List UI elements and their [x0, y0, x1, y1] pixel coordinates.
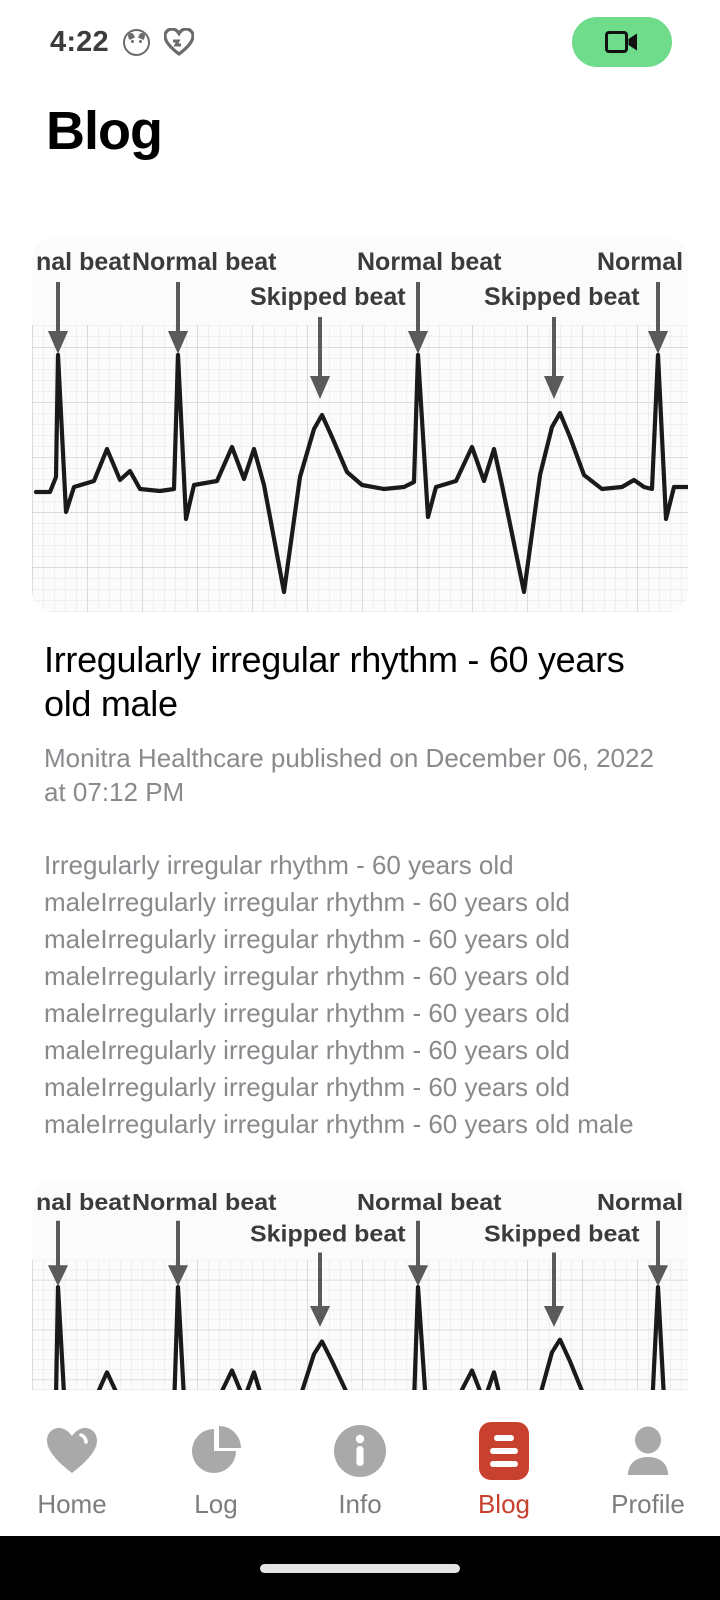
heart-icon: [163, 28, 194, 56]
nav-item-blog[interactable]: Blog: [432, 1422, 576, 1520]
info-circle-icon: [333, 1423, 387, 1479]
blog-post-card[interactable]: nal beat Normal beat Normal beat Normal …: [0, 237, 720, 1143]
nav-item-info[interactable]: Info: [288, 1423, 432, 1520]
post-byline: Monitra Healthcare published on December…: [44, 742, 654, 807]
nav-label-profile: Profile: [611, 1489, 685, 1519]
svg-text:Normal: Normal: [597, 1190, 683, 1216]
svg-text:Skipped beat: Skipped beat: [250, 283, 406, 311]
nav-label-home: Home: [37, 1489, 107, 1519]
person-icon: [622, 1423, 674, 1479]
video-call-button[interactable]: [572, 17, 672, 67]
nav-label-log: Log: [194, 1489, 238, 1519]
post-body: Irregularly irregular rhythm - 60 years …: [44, 850, 634, 1139]
svg-text:Skipped beat: Skipped beat: [250, 1221, 406, 1247]
svg-text:Skipped beat: Skipped beat: [484, 1221, 640, 1247]
cat-face-icon: [122, 28, 150, 56]
status-bar: 4:22: [0, 0, 720, 84]
svg-text:nal beat: nal beat: [36, 1190, 131, 1216]
nav-item-home[interactable]: Home: [0, 1423, 144, 1520]
svg-text:Normal beat: Normal beat: [357, 1190, 502, 1216]
status-bar-left: 4:22: [50, 26, 194, 59]
svg-text:nal beat: nal beat: [36, 248, 131, 276]
page-title: Blog: [46, 101, 163, 161]
nav-label-blog: Blog: [477, 1489, 531, 1519]
post-title[interactable]: Irregularly irregular rhythm - 60 years …: [44, 638, 676, 726]
nav-item-profile[interactable]: Profile: [576, 1423, 720, 1520]
blog-post-card[interactable]: nal beat Normal beat Normal beat Normal …: [0, 1179, 720, 1390]
home-indicator-area: [0, 1536, 720, 1600]
pie-chart-icon: [190, 1423, 242, 1479]
svg-text:Normal beat: Normal beat: [357, 248, 502, 276]
blog-feed-scroll[interactable]: nal beat Normal beat Normal beat Normal …: [0, 200, 720, 1390]
video-camera-icon: [605, 30, 639, 54]
nav-item-log[interactable]: Log: [144, 1423, 288, 1520]
ecg-chart-svg: nal beat Normal beat Normal beat Normal …: [32, 237, 688, 612]
svg-text:Normal: Normal: [597, 248, 683, 276]
phone-screen: 4:22 Blog nal beat Normal beat Normal be…: [0, 0, 720, 1600]
status-time: 4:22: [50, 25, 109, 58]
document-lines-icon: [479, 1422, 529, 1480]
heart-icon: [46, 1423, 98, 1479]
bottom-navigation: Home Log Info Blog Profile: [0, 1411, 720, 1536]
svg-text:Skipped beat: Skipped beat: [484, 283, 640, 311]
ecg-chart-svg: nal beat Normal beat Normal beat Normal …: [32, 1179, 688, 1390]
ecg-image-1[interactable]: nal beat Normal beat Normal beat Normal …: [32, 237, 688, 612]
svg-text:Normal beat: Normal beat: [132, 248, 277, 276]
ecg-image-2[interactable]: nal beat Normal beat Normal beat Normal …: [32, 1179, 688, 1390]
svg-text:Normal beat: Normal beat: [132, 1190, 277, 1216]
nav-label-info: Info: [338, 1489, 382, 1519]
home-indicator[interactable]: [260, 1563, 460, 1573]
